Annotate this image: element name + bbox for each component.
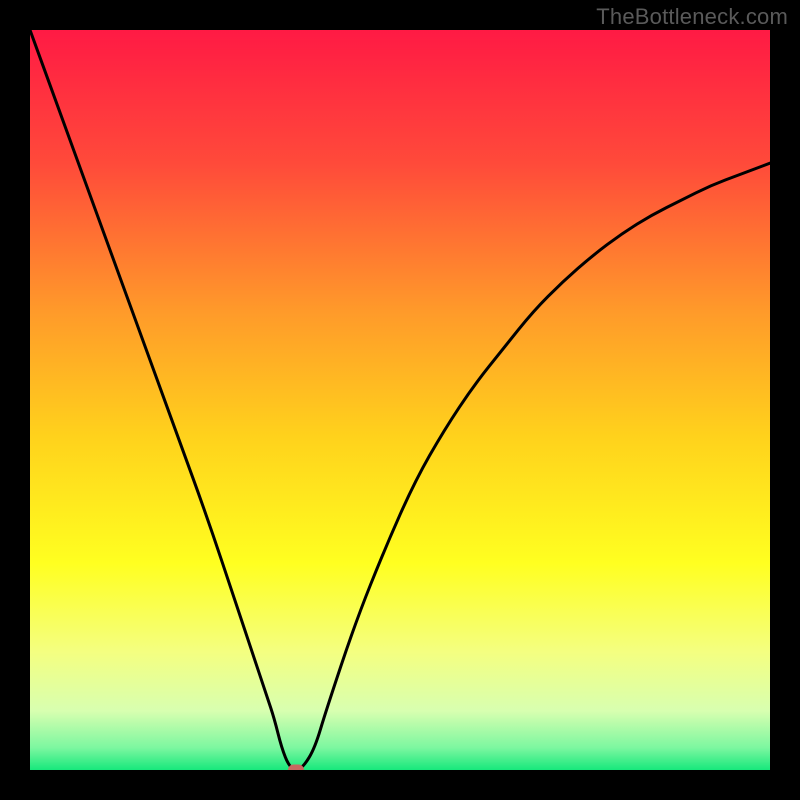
minimum-marker xyxy=(288,765,304,771)
watermark-text: TheBottleneck.com xyxy=(596,4,788,30)
chart-frame: TheBottleneck.com xyxy=(0,0,800,800)
curve-svg xyxy=(30,30,770,770)
plot-area xyxy=(30,30,770,770)
bottleneck-curve-path xyxy=(30,30,770,769)
